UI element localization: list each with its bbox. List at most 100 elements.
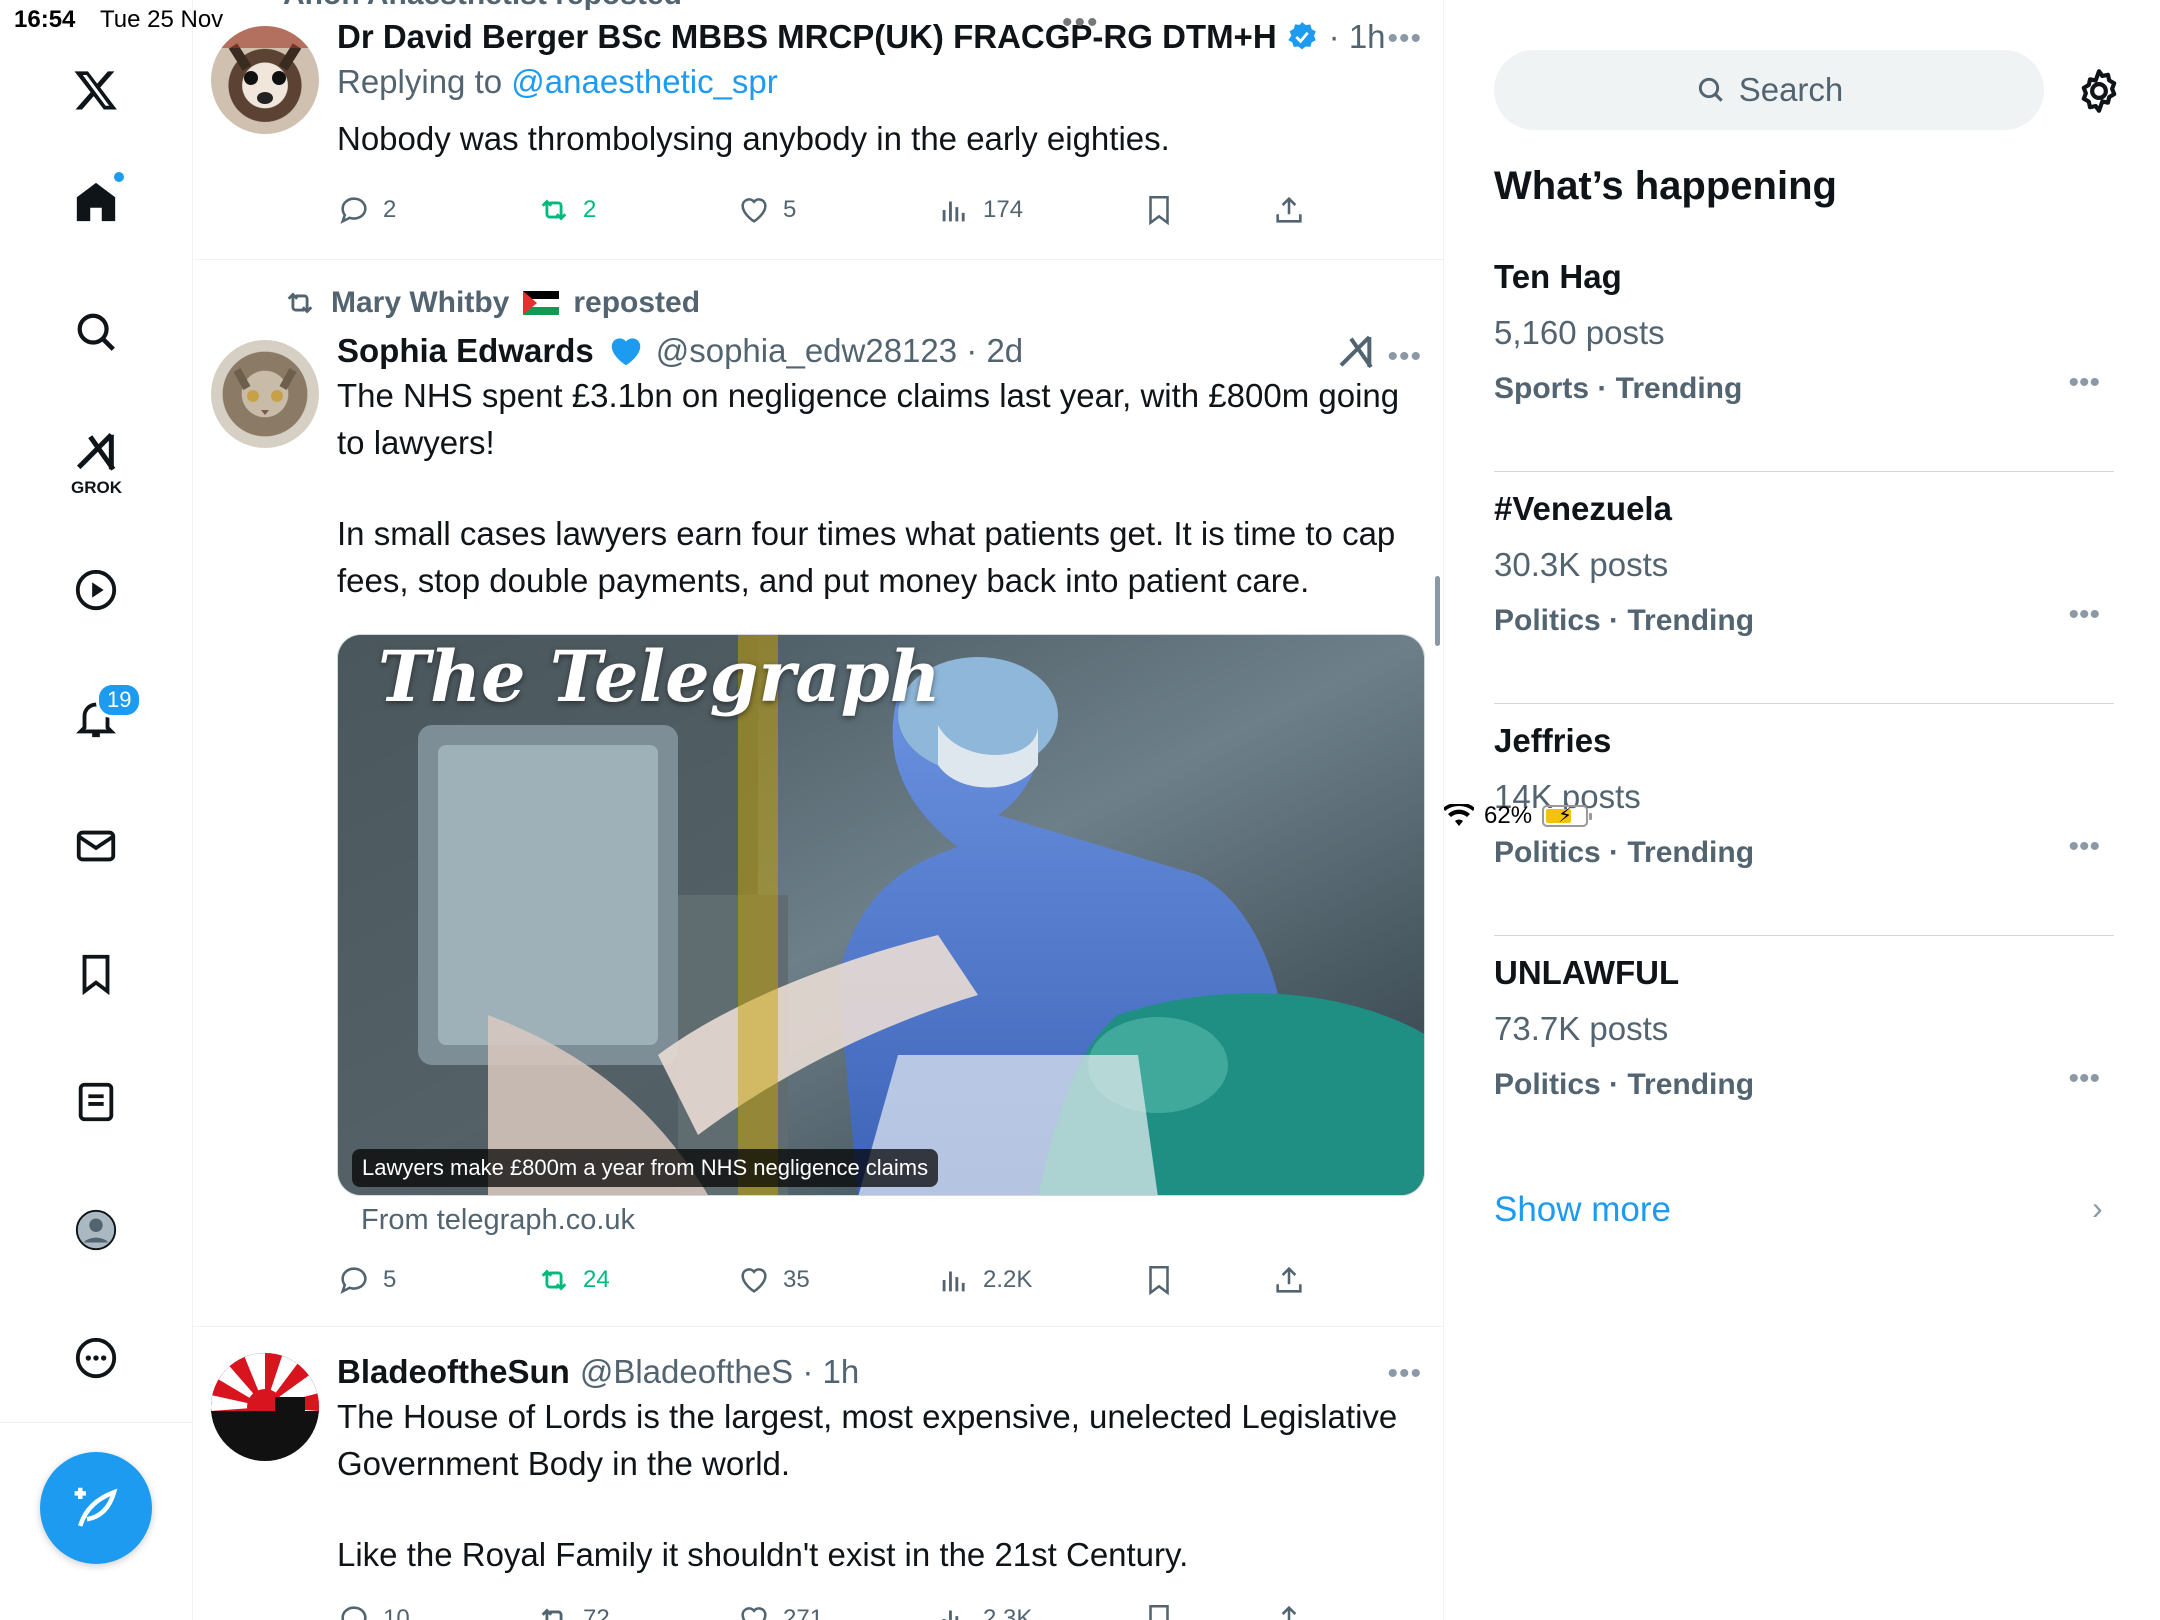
messages-envelope-icon[interactable] [56,806,136,886]
repost-context: Mary Whitby reposted [283,286,700,320]
tweet-more-icon[interactable]: ••• [1387,1357,1422,1391]
author-handle-time[interactable]: @BladeoftheS · 1h [580,1353,859,1391]
repost-icon [541,199,567,221]
replying-to-link[interactable]: @anaesthetic_spr [511,63,777,100]
card-caption: Lawyers make £800m a year from NHS negli… [352,1149,939,1187]
tweet-text: The House of Lords is the largest, most … [337,1398,1398,1482]
notifications-badge: 19 [96,682,143,718]
home-new-dot [112,170,126,184]
tweet-text: Like the Royal Family it shouldn't exist… [337,1536,1189,1573]
replying-prefix: Replying to [337,63,503,100]
bookmark-button[interactable] [1142,1263,1176,1297]
avatar-blade[interactable] [211,1353,319,1461]
views-chart-icon [942,1271,965,1292]
blue-heart-icon [611,338,640,366]
card-masthead: The Telegraph [378,635,941,718]
tweet-more-icon[interactable]: ••• [1387,340,1422,374]
bookmark-button[interactable] [1142,1602,1176,1620]
profile-avatar-icon[interactable] [56,1190,136,1270]
scrollbar[interactable] [1435,576,1440,646]
share-icon [1276,1266,1302,1293]
like-count: 271 [783,1605,824,1620]
reply-count: 5 [383,1266,397,1293]
share-button[interactable] [1272,1263,1306,1297]
share-icon [1281,1605,1297,1620]
views-chart-icon [942,1610,959,1620]
home-icon[interactable] [56,162,136,242]
notifications-bell-icon[interactable]: 19 [56,678,143,758]
timeline[interactable]: Anon Anaesthetist reposted Dr David Berg… [193,0,1444,1620]
bookmark-button[interactable] [1142,193,1176,227]
bookmark-icon [1149,195,1169,226]
repost-small-icon [287,292,313,314]
repost-count: 72 [583,1605,610,1620]
share-button[interactable] [1272,1602,1306,1620]
bookmark-icon [1149,1265,1169,1296]
video-play-icon[interactable] [56,550,136,630]
heart-icon [741,198,767,223]
lists-icon[interactable] [56,1062,136,1142]
more-options-icon[interactable] [56,1318,136,1398]
tweet-text: The NHS spent £3.1bn on negligence claim… [337,377,1400,461]
like-button[interactable]: 271 [737,1602,823,1620]
tweet-text: Nobody was thrombolysing anybody in the … [337,120,1170,157]
status-date: Tue 25 Nov [100,6,224,33]
repost-button[interactable]: 72 [537,1602,610,1620]
multitask-dots-icon[interactable]: ••• [1062,6,1100,40]
tweet-actions: 5 24 35 2.2K [337,1260,1337,1300]
grok-label: GROK [71,478,122,497]
bookmark-icon [1149,1604,1169,1620]
avatar-cat[interactable] [211,340,319,448]
author-name[interactable]: Sophia Edwards [337,332,594,370]
compose-post-button[interactable] [40,1452,152,1564]
tweet[interactable]: Mary Whitby reposted Sophia Edwards @sop… [193,260,1443,1327]
reply-icon [340,1267,367,1294]
x-logo-icon[interactable] [56,50,136,130]
avatar-dog[interactable] [211,26,319,134]
like-button[interactable]: 5 [737,193,796,227]
nav-divider [0,1422,193,1423]
like-button[interactable]: 35 [737,1263,810,1297]
repost-icon [541,1269,567,1291]
bookmarks-icon[interactable] [56,934,136,1014]
reply-button[interactable]: 10 [337,1602,410,1620]
views-button[interactable]: 2.3K [937,1602,1032,1620]
wifi-icon [1444,804,1474,826]
views-count: 174 [983,196,1024,223]
card-source[interactable]: From telegraph.co.uk [361,1204,635,1237]
reply-button[interactable]: 2 [337,193,396,227]
like-count: 35 [783,1266,810,1293]
tweet[interactable]: BladeoftheSun @BladeoftheS · 1h The Hous… [193,1327,1443,1620]
repost-icon [541,1608,563,1620]
tweet-actions: 2 2 5 174 [337,190,1337,230]
author-handle-time[interactable]: @sophia_edw28123 · 2d [656,332,1023,370]
share-icon [1276,196,1302,223]
views-count: 2.3K [983,1605,1033,1620]
like-count: 5 [783,196,797,223]
compose-feather-icon [74,1487,118,1527]
tweet-actions: 10 72 271 2.3K [337,1599,1337,1620]
battery-icon: ⚡ [1542,805,1593,827]
tweet-author-line: Sophia Edwards @sophia_edw28123 · 2d [337,332,1424,370]
battery-percent: 62% [1484,802,1533,829]
status-right: 62% ⚡ [1444,6,2160,1620]
tweet-text: In small cases lawyers earn four times w… [337,515,1396,599]
views-button[interactable]: 2.2K [937,1263,1032,1297]
search-icon[interactable] [56,292,136,372]
reply-count: 10 [383,1605,410,1620]
repost-button[interactable]: 2 [537,193,596,227]
share-button[interactable] [1272,193,1306,227]
status-time: 16:54 [14,6,76,33]
author-name[interactable]: BladeoftheSun [337,1353,570,1391]
reply-count: 2 [383,196,397,223]
views-chart-icon [942,201,965,222]
repost-count: 2 [583,196,597,223]
reposted-by-name[interactable]: Mary Whitby [331,286,509,320]
reply-button[interactable]: 5 [337,1263,396,1297]
grok-explain-icon[interactable] [1336,332,1376,372]
views-count: 2.2K [983,1266,1033,1293]
repost-button[interactable]: 24 [537,1263,610,1297]
link-card[interactable]: The Telegraph Lawyers make £800m a year … [337,634,1425,1196]
replying-to-line: Replying to @anaesthetic_spr [337,58,1424,105]
views-button[interactable]: 174 [937,193,1023,227]
